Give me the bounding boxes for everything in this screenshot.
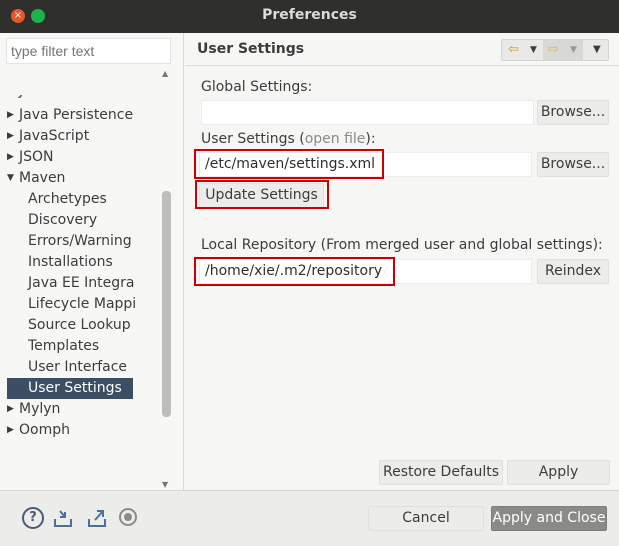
tree-item[interactable]: ▶ JSON	[0, 147, 158, 168]
help-icon[interactable]: ?	[22, 507, 44, 529]
tree-item[interactable]: Templates	[0, 336, 158, 357]
tree-item[interactable]: ▶ JavaScript	[0, 126, 158, 147]
user-settings-label: User Settings (open file):	[201, 131, 376, 147]
tree-item[interactable]: ▶ Mylyn	[0, 399, 158, 420]
tree-item[interactable]: User Settings	[7, 378, 133, 399]
global-settings-field[interactable]	[201, 100, 534, 125]
tree-item[interactable]: Source Lookup	[0, 315, 158, 336]
page-title: User Settings	[197, 41, 305, 57]
navigation-toolbar: ⇦ ▼ ⇨ ▼ ▼	[501, 39, 609, 61]
tree-item-label: Maven	[19, 170, 66, 186]
tree-item[interactable]: ▶ Java Persistence	[0, 105, 158, 126]
record-icon[interactable]	[118, 507, 140, 529]
export-icon[interactable]	[86, 507, 108, 529]
tree-item-label: Templates	[28, 338, 100, 354]
collapsed-arrow-icon[interactable]: ▶	[7, 147, 14, 168]
collapsed-arrow-icon[interactable]: ▶	[7, 420, 14, 441]
global-settings-label: Global Settings:	[201, 79, 313, 95]
tree-item[interactable]: ▼ Maven	[0, 168, 158, 189]
tree-item-label: JSON	[19, 149, 54, 165]
forward-arrow-icon[interactable]: ⇨	[548, 42, 559, 57]
scrollbar-thumb[interactable]	[162, 191, 171, 417]
back-dropdown-icon[interactable]: ▼	[530, 45, 537, 55]
tree-item-label: Java EE Integra	[28, 275, 135, 291]
tree-item-label: Lifecycle Mappi	[28, 296, 137, 312]
tree-item[interactable]: ▶ Oomph	[0, 420, 158, 441]
window-title: Preferences	[262, 7, 357, 23]
collapsed-arrow-icon[interactable]: ▶	[7, 126, 14, 147]
highlight-box	[195, 180, 329, 209]
import-icon[interactable]	[52, 507, 74, 529]
scroll-down-icon[interactable]: ▼	[162, 480, 168, 489]
tree-item-label: Discovery	[28, 212, 98, 228]
expanded-arrow-icon[interactable]: ▼	[7, 168, 14, 189]
highlight-box	[194, 149, 384, 179]
reindex-button[interactable]: Reindex	[537, 259, 609, 284]
back-arrow-icon[interactable]: ⇦	[508, 42, 519, 57]
tree-item-label: Errors/Warning	[28, 233, 132, 249]
preferences-tree: Java EE ▶ Java Persistence ▶ JavaScript ▶ JSON…	[0, 95, 158, 441]
local-repository-label: Local Repository (From merged user and g…	[201, 237, 603, 253]
forward-dropdown-icon[interactable]: ▼	[570, 45, 577, 55]
tree-item-label: JavaScript	[19, 128, 90, 144]
tree-item-label: User Settings	[28, 380, 122, 396]
tree-item[interactable]: Errors/Warning	[0, 231, 158, 252]
tree-item[interactable]: User Interface	[0, 357, 158, 378]
collapsed-arrow-icon[interactable]: ▶	[7, 105, 14, 126]
apply-button[interactable]: Apply	[507, 460, 610, 485]
open-file-link[interactable]: open file	[305, 131, 366, 147]
tree-item-label: Java Persistence	[19, 107, 134, 123]
sidebar: Java EE ▶ Java Persistence ▶ JavaScript ▶ JSON…	[0, 33, 184, 490]
settings-panel: User Settings ⇦ ▼ ⇨ ▼ ▼ Global Settings:…	[185, 33, 619, 490]
tree-item[interactable]: Discovery	[0, 210, 158, 231]
tree-item-label: Mylyn	[19, 401, 61, 417]
panel-header: User Settings ⇦ ▼ ⇨ ▼ ▼	[185, 33, 619, 66]
tree-item-label: Oomph	[19, 422, 70, 438]
collapsed-arrow-icon[interactable]: ▶	[7, 399, 14, 420]
tree-item[interactable]: Archetypes	[0, 189, 158, 210]
tree-item-label: Installations	[28, 254, 113, 270]
tree-item-label: Source Lookup	[28, 317, 131, 333]
cancel-button[interactable]: Cancel	[368, 506, 484, 531]
title-bar: × Preferences	[0, 0, 619, 33]
filter-input[interactable]	[6, 38, 171, 64]
dialog-footer: ? Cancel Apply and Close	[0, 490, 619, 546]
scroll-up-icon[interactable]: ▲	[162, 69, 168, 78]
tree-item-label: Archetypes	[28, 191, 107, 207]
apply-and-close-button[interactable]: Apply and Close	[491, 506, 607, 531]
tree-item[interactable]: Java EE	[0, 95, 158, 105]
tree-item-label: Java EE	[19, 95, 71, 98]
tree-item[interactable]: Java EE Integra	[0, 273, 158, 294]
restore-defaults-button[interactable]: Restore Defaults	[379, 460, 503, 485]
tree-item[interactable]: Lifecycle Mappi	[0, 294, 158, 315]
tree-item[interactable]: Installations	[0, 252, 158, 273]
highlight-box	[194, 257, 395, 286]
global-browse-button[interactable]: Browse...	[537, 100, 609, 125]
sidebar-scrollbar[interactable]: ▲ ▼	[160, 69, 173, 489]
tree-item-label: User Interface	[28, 359, 128, 375]
user-browse-button[interactable]: Browse...	[537, 152, 609, 177]
view-menu-icon[interactable]: ▼	[593, 44, 601, 55]
